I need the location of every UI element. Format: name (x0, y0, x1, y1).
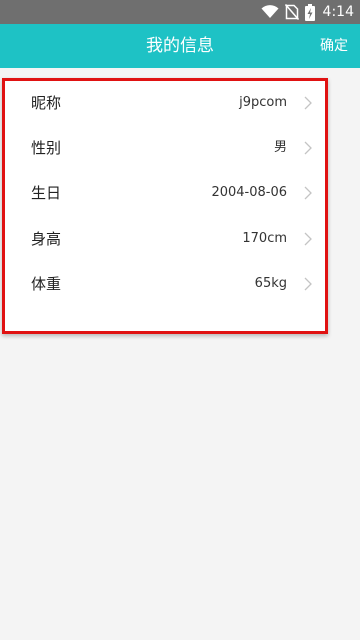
birthday-value: 2004-08-06 (211, 185, 287, 200)
chevron-right-icon (304, 186, 312, 200)
row-birthday[interactable]: 生日 2004-08-06 (5, 173, 325, 213)
weight-label: 体重 (31, 275, 62, 293)
height-label: 身高 (31, 230, 62, 248)
height-value: 170cm (242, 231, 287, 246)
birthday-label: 生日 (31, 184, 62, 202)
chevron-right-icon (304, 232, 312, 246)
status-icons: 4:14 (261, 0, 354, 24)
status-bar: 4:14 (0, 0, 360, 24)
confirm-button[interactable]: 确定 (320, 24, 348, 68)
app-bar: 我的信息 确定 (0, 24, 360, 68)
nickname-label: 昵称 (31, 94, 62, 112)
profile-info-panel: 昵称 j9pcom 性别 男 生日 2004-08-06 身高 170cm 体重… (2, 78, 328, 334)
weight-value: 65kg (254, 276, 287, 291)
row-weight[interactable]: 体重 65kg (5, 264, 325, 304)
row-nickname[interactable]: 昵称 j9pcom (5, 83, 325, 123)
battery-charging-icon (304, 3, 315, 21)
row-gender[interactable]: 性别 男 (5, 128, 325, 168)
chevron-right-icon (304, 141, 312, 155)
nickname-value: j9pcom (239, 95, 287, 110)
no-sim-icon (284, 4, 299, 20)
page-title: 我的信息 (146, 36, 214, 56)
gender-value: 男 (273, 140, 287, 155)
wifi-icon (261, 5, 279, 19)
row-height[interactable]: 身高 170cm (5, 219, 325, 259)
chevron-right-icon (304, 277, 312, 291)
chevron-right-icon (304, 96, 312, 110)
gender-label: 性别 (31, 139, 62, 157)
status-time: 4:14 (322, 4, 354, 20)
